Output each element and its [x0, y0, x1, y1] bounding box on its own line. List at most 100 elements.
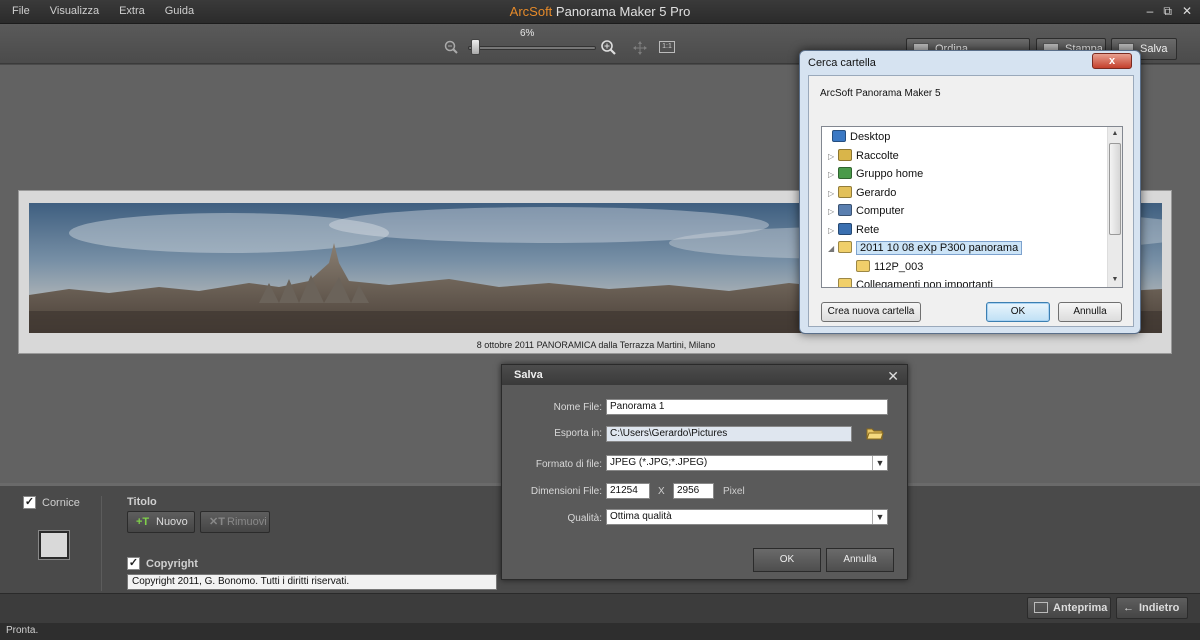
close-icon[interactable]: ✕ — [887, 366, 899, 386]
scroll-up-icon[interactable]: ▲ — [1108, 127, 1122, 141]
minimize-icon[interactable]: ‒ — [1147, 4, 1154, 19]
add-text-icon: +T — [136, 516, 150, 528]
expand-arrow-icon[interactable]: ◢ — [828, 240, 838, 258]
preview-icon — [1034, 602, 1048, 613]
libraries-icon — [838, 148, 852, 161]
tree-item[interactable]: Desktop — [828, 128, 890, 146]
close-icon[interactable]: x — [1092, 53, 1132, 69]
back-label: Indietro — [1139, 602, 1180, 614]
quality-label: Qualità: — [567, 513, 602, 524]
copyright-input[interactable]: Copyright 2011, G. Bonomo. Tutti i dirit… — [127, 574, 497, 590]
app-title: ArcSoft Panorama Maker 5 Pro — [0, 4, 1200, 19]
frame-checkbox[interactable]: ✓ — [23, 496, 36, 509]
tree-item[interactable]: 112P_003 — [846, 258, 923, 276]
save-ok-button[interactable]: OK — [753, 548, 821, 572]
back-arrow-icon: ← — [1123, 602, 1134, 614]
browse-dialog-body: ArcSoft Panorama Maker 5 Desktop ▷ Raccolt… — [808, 75, 1134, 327]
export-label: Esporta in: — [554, 428, 602, 439]
status-bar: Pronta. — [0, 623, 1200, 640]
remove-title-button[interactable]: ✕T Rimuovi — [200, 511, 270, 533]
new-folder-button[interactable]: Crea nuova cartella — [821, 302, 921, 322]
tree-scrollbar[interactable]: ▲ ▼ — [1107, 127, 1122, 287]
save-dialog-header: Salva ✕ — [502, 365, 907, 385]
navigation-bar: Anteprima ← Indietro — [0, 593, 1200, 623]
save-cancel-button[interactable]: Annulla — [826, 548, 894, 572]
expand-arrow-icon[interactable]: ▷ — [828, 203, 838, 221]
quality-select[interactable]: Ottima qualità ▼ — [606, 509, 888, 525]
tree-item-label: Gerardo — [856, 186, 897, 199]
folder-icon — [856, 259, 870, 272]
preview-button[interactable]: Anteprima — [1027, 597, 1111, 619]
remove-text-icon: ✕T — [209, 516, 225, 528]
expand-arrow-icon[interactable]: ▷ — [828, 148, 838, 166]
dimensions-label: Dimensioni File: — [530, 486, 602, 497]
tree-item[interactable]: ▷ Gerardo — [828, 184, 896, 202]
tree-item[interactable]: ▷ Computer — [828, 202, 904, 220]
desktop-icon — [832, 130, 846, 142]
close-icon[interactable]: ✕ — [1182, 4, 1192, 19]
tree-item-label: 2011 10 08 eXp P300 panorama — [856, 241, 1023, 255]
tree-item[interactable]: Collegamenti non importanti — [828, 276, 993, 288]
zoom-slider[interactable] — [468, 46, 596, 50]
zoom-out-icon[interactable] — [444, 40, 458, 54]
save-label: Salva — [1140, 43, 1168, 55]
zoom-percent: 6% — [520, 28, 535, 39]
save-dialog-title: Salva — [514, 369, 543, 381]
expand-arrow-icon[interactable]: ▷ — [828, 185, 838, 203]
new-title-label: Nuovo — [156, 516, 188, 528]
scrollbar-thumb[interactable] — [1109, 143, 1121, 235]
tree-item[interactable]: ▷ Gruppo home — [828, 165, 923, 183]
export-path-input[interactable]: C:\Users\Gerardo\Pictures — [606, 426, 852, 442]
frame-label: Cornice — [42, 497, 80, 509]
folder-icon — [838, 278, 852, 287]
browse-ok-button[interactable]: OK — [986, 302, 1050, 322]
back-button[interactable]: ← Indietro — [1116, 597, 1188, 619]
browse-dialog-description: ArcSoft Panorama Maker 5 — [820, 88, 941, 99]
product-name: Panorama Maker 5 Pro — [555, 4, 691, 19]
folder-icon — [838, 241, 852, 253]
actual-size-icon[interactable]: 1:1 — [659, 41, 675, 53]
restore-icon[interactable]: ⧉ — [1163, 4, 1172, 19]
zoom-in-icon[interactable] — [600, 39, 616, 55]
tree-item-label: Gruppo home — [856, 168, 924, 180]
tree-item-label: Computer — [856, 205, 905, 217]
expand-arrow-icon[interactable]: ▷ — [828, 166, 838, 184]
tree-item-label: Collegamenti non importanti — [856, 279, 993, 288]
copyright-label: Copyright — [146, 558, 198, 570]
computer-icon — [838, 204, 852, 216]
tree-item[interactable]: ▷ Rete — [828, 221, 879, 239]
chevron-down-icon[interactable]: ▼ — [872, 510, 887, 524]
times-label: X — [658, 486, 665, 497]
chevron-down-icon[interactable]: ▼ — [872, 456, 887, 470]
file-name-label: Nome File: — [553, 402, 602, 413]
quality-value: Ottima qualità — [610, 511, 672, 522]
width-input[interactable]: 21254 — [606, 483, 650, 499]
copyright-checkbox[interactable]: ✓ — [127, 557, 140, 570]
tree-item[interactable]: ◢ 2011 10 08 eXp P300 panorama — [828, 239, 1023, 258]
pan-move-icon[interactable] — [632, 40, 648, 56]
window-controls: ‒ ⧉ ✕ — [1147, 4, 1192, 19]
title-section-label: Titolo — [127, 496, 157, 508]
zoom-slider-thumb[interactable] — [471, 39, 481, 55]
new-title-button[interactable]: +T Nuovo — [127, 511, 195, 533]
network-icon — [838, 222, 852, 235]
tree-item-label: 112P_003 — [874, 260, 924, 273]
expand-arrow-icon[interactable]: ▷ — [828, 222, 838, 240]
folder-tree: Desktop ▷ Raccolte ▷ Gruppo home ▷ Gerardo ▷ Com… — [821, 126, 1123, 288]
pixel-unit-label: Pixel — [723, 486, 745, 497]
file-name-input[interactable]: Panorama 1 — [606, 399, 888, 415]
tree-item[interactable]: ▷ Raccolte — [828, 147, 899, 165]
panorama-caption: 8 ottobre 2011 PANORAMICA dalla Terrazza… — [476, 340, 716, 350]
scroll-down-icon[interactable]: ▼ — [1108, 273, 1122, 287]
browse-folder-icon[interactable] — [866, 426, 884, 440]
format-select[interactable]: JPEG (*.JPG;*.JPEG) ▼ — [606, 455, 888, 471]
tree-item-label: Raccolte — [856, 149, 899, 162]
title-bar: File Visualizza Extra Guida ArcSoft Pano… — [0, 0, 1200, 24]
height-input[interactable]: 2956 — [673, 483, 714, 499]
tree-item-label: Desktop — [850, 131, 891, 143]
browse-folder-dialog: Cerca cartella x ArcSoft Panorama Maker … — [799, 50, 1141, 334]
browse-cancel-button[interactable]: Annulla — [1058, 302, 1122, 322]
frame-color-swatch[interactable] — [39, 531, 69, 559]
preview-label: Anteprima — [1053, 602, 1108, 614]
browse-dialog-title: Cerca cartella — [808, 57, 876, 69]
